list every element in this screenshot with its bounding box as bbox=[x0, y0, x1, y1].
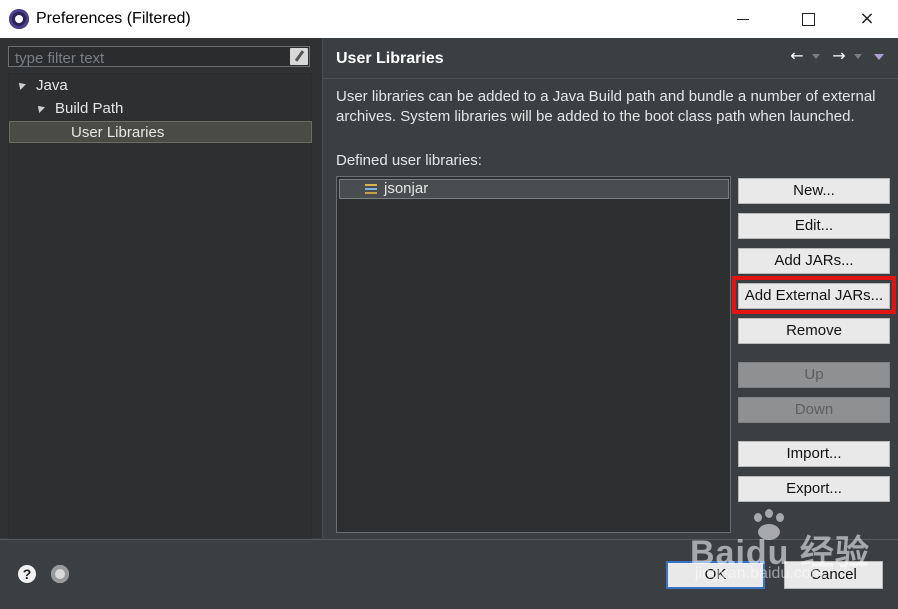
library-name: jsonjar bbox=[384, 180, 429, 197]
filter-field bbox=[8, 46, 310, 68]
remove-button[interactable]: Remove bbox=[738, 318, 890, 344]
export-button[interactable]: Export... bbox=[738, 476, 890, 502]
maximize-button[interactable] bbox=[785, 0, 831, 38]
red-highlight-box bbox=[732, 276, 896, 314]
down-button[interactable]: Down bbox=[738, 397, 890, 423]
help-icon[interactable]: ? bbox=[18, 565, 36, 583]
filter-input[interactable] bbox=[13, 48, 287, 68]
page-description: User libraries can be added to a Java Bu… bbox=[336, 88, 876, 125]
add-jars-button[interactable]: Add JARs... bbox=[738, 248, 890, 274]
import-export-preferences-icon[interactable] bbox=[51, 565, 69, 583]
expand-triangle-icon[interactable] bbox=[16, 80, 26, 90]
edit-button[interactable]: Edit... bbox=[738, 213, 890, 239]
tree-item-java[interactable]: Java bbox=[13, 75, 309, 97]
maximize-icon bbox=[801, 12, 815, 26]
tree-item-label: Build Path bbox=[55, 100, 124, 117]
tree-item-user-libraries[interactable]: User Libraries bbox=[9, 121, 312, 143]
minimize-icon bbox=[737, 18, 749, 20]
tree-item-build-path[interactable]: Build Path bbox=[13, 98, 309, 120]
expand-triangle-icon[interactable] bbox=[35, 103, 45, 113]
defined-libraries-label: Defined user libraries: bbox=[336, 152, 482, 169]
eclipse-app-icon bbox=[9, 9, 29, 29]
import-button[interactable]: Import... bbox=[738, 441, 890, 467]
up-button[interactable]: Up bbox=[738, 362, 890, 388]
new-button[interactable]: New... bbox=[738, 178, 890, 204]
page-title: User Libraries bbox=[336, 50, 444, 67]
preferences-tree: Java Build Path User Libraries bbox=[8, 73, 312, 545]
preferences-tree-pane: Java Build Path User Libraries bbox=[0, 38, 323, 545]
window-title: Preferences (Filtered) bbox=[36, 10, 191, 27]
close-icon: × bbox=[859, 8, 875, 29]
tree-item-label: User Libraries bbox=[71, 124, 165, 141]
clear-filter-icon[interactable] bbox=[290, 48, 308, 65]
minimize-button[interactable] bbox=[720, 0, 766, 38]
close-button[interactable]: × bbox=[844, 0, 890, 38]
back-history-dropdown-icon[interactable] bbox=[812, 54, 820, 59]
forward-arrow-icon[interactable]: → bbox=[830, 47, 848, 65]
cancel-button[interactable]: Cancel bbox=[784, 561, 883, 589]
ok-button[interactable]: OK bbox=[666, 561, 765, 589]
library-icon bbox=[365, 182, 379, 196]
list-item[interactable]: jsonjar bbox=[339, 179, 729, 199]
back-arrow-icon[interactable]: ← bbox=[788, 47, 806, 65]
tree-item-label: Java bbox=[36, 77, 68, 94]
user-libraries-page: User Libraries ← → User libraries can be… bbox=[323, 38, 898, 538]
view-menu-icon[interactable] bbox=[874, 54, 884, 60]
title-bar: Preferences (Filtered) × bbox=[0, 0, 898, 39]
dialog-button-bar: ? OK Cancel bbox=[0, 539, 898, 609]
user-libraries-list[interactable]: jsonjar bbox=[336, 176, 731, 533]
forward-history-dropdown-icon[interactable] bbox=[854, 54, 862, 59]
page-header: User Libraries ← → bbox=[323, 38, 898, 79]
